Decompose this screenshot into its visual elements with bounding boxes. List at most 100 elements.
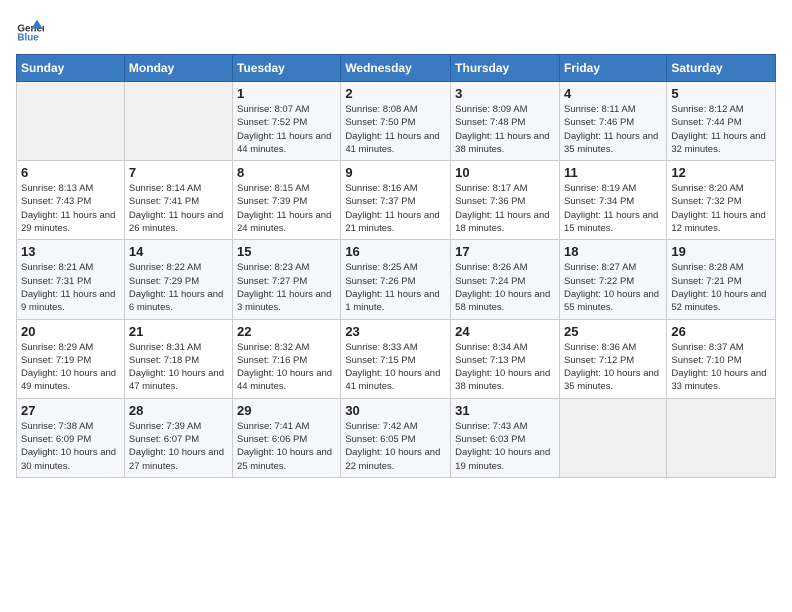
day-info: Sunrise: 8:31 AM Sunset: 7:18 PM Dayligh… — [129, 341, 228, 394]
calendar-cell: 10 Sunrise: 8:17 AM Sunset: 7:36 PM Dayli… — [451, 161, 560, 240]
day-number: 19 — [671, 244, 771, 259]
svg-text:Blue: Blue — [17, 33, 39, 44]
day-number: 18 — [564, 244, 662, 259]
day-number: 4 — [564, 86, 662, 101]
day-number: 22 — [237, 324, 336, 339]
header-day-sunday: Sunday — [17, 55, 125, 82]
day-number: 1 — [237, 86, 336, 101]
day-info: Sunrise: 8:27 AM Sunset: 7:22 PM Dayligh… — [564, 261, 662, 314]
calendar-cell: 26 Sunrise: 8:37 AM Sunset: 7:10 PM Dayli… — [667, 319, 776, 398]
calendar-table: SundayMondayTuesdayWednesdayThursdayFrid… — [16, 54, 776, 478]
day-info: Sunrise: 8:22 AM Sunset: 7:29 PM Dayligh… — [129, 261, 228, 314]
header-day-wednesday: Wednesday — [341, 55, 451, 82]
calendar-cell: 13Sunrise: 8:21 AM Sunset: 7:31 PM Dayli… — [17, 240, 125, 319]
calendar-cell: 29 Sunrise: 7:41 AM Sunset: 6:06 PM Dayli… — [233, 398, 341, 477]
calendar-cell: 3 Sunrise: 8:09 AM Sunset: 7:48 PM Daylig… — [451, 82, 560, 161]
day-number: 23 — [345, 324, 446, 339]
header-day-saturday: Saturday — [667, 55, 776, 82]
day-number: 29 — [237, 403, 336, 418]
calendar-cell: 22 Sunrise: 8:32 AM Sunset: 7:16 PM Dayli… — [233, 319, 341, 398]
calendar-cell: 4 Sunrise: 8:11 AM Sunset: 7:46 PM Daylig… — [559, 82, 666, 161]
day-info: Sunrise: 8:19 AM Sunset: 7:34 PM Dayligh… — [564, 182, 662, 235]
day-info: Sunrise: 8:17 AM Sunset: 7:36 PM Dayligh… — [455, 182, 555, 235]
calendar-cell: 24Sunrise: 8:34 AM Sunset: 7:13 PM Dayli… — [451, 319, 560, 398]
day-info: Sunrise: 8:32 AM Sunset: 7:16 PM Dayligh… — [237, 341, 336, 394]
day-number: 25 — [564, 324, 662, 339]
day-info: Sunrise: 8:37 AM Sunset: 7:10 PM Dayligh… — [671, 341, 771, 394]
day-info: Sunrise: 7:43 AM Sunset: 6:03 PM Dayligh… — [455, 420, 555, 473]
calendar-cell: 11 Sunrise: 8:19 AM Sunset: 7:34 PM Dayli… — [559, 161, 666, 240]
calendar-week-5: 27Sunrise: 7:38 AM Sunset: 6:09 PM Dayli… — [17, 398, 776, 477]
day-info: Sunrise: 8:21 AM Sunset: 7:31 PM Dayligh… — [21, 261, 120, 314]
day-number: 21 — [129, 324, 228, 339]
day-info: Sunrise: 8:26 AM Sunset: 7:24 PM Dayligh… — [455, 261, 555, 314]
day-number: 12 — [671, 165, 771, 180]
day-info: Sunrise: 8:08 AM Sunset: 7:50 PM Dayligh… — [345, 103, 446, 156]
calendar-cell: 21 Sunrise: 8:31 AM Sunset: 7:18 PM Dayli… — [124, 319, 232, 398]
day-number: 31 — [455, 403, 555, 418]
day-info: Sunrise: 8:12 AM Sunset: 7:44 PM Dayligh… — [671, 103, 771, 156]
day-number: 2 — [345, 86, 446, 101]
calendar-cell: 16Sunrise: 8:25 AM Sunset: 7:26 PM Dayli… — [341, 240, 451, 319]
logo-icon: General Blue — [16, 16, 44, 44]
calendar-cell: 28 Sunrise: 7:39 AM Sunset: 6:07 PM Dayli… — [124, 398, 232, 477]
calendar-cell: 19 Sunrise: 8:28 AM Sunset: 7:21 PM Dayli… — [667, 240, 776, 319]
day-number: 8 — [237, 165, 336, 180]
day-number: 11 — [564, 165, 662, 180]
calendar-cell: 2 Sunrise: 8:08 AM Sunset: 7:50 PM Daylig… — [341, 82, 451, 161]
day-info: Sunrise: 8:34 AM Sunset: 7:13 PM Dayligh… — [455, 341, 555, 394]
day-number: 28 — [129, 403, 228, 418]
day-info: Sunrise: 7:39 AM Sunset: 6:07 PM Dayligh… — [129, 420, 228, 473]
header-day-friday: Friday — [559, 55, 666, 82]
header: General Blue — [16, 16, 776, 44]
calendar-cell: 7Sunrise: 8:14 AM Sunset: 7:41 PM Daylig… — [124, 161, 232, 240]
day-info: Sunrise: 8:33 AM Sunset: 7:15 PM Dayligh… — [345, 341, 446, 394]
calendar-cell: 5 Sunrise: 8:12 AM Sunset: 7:44 PM Daylig… — [667, 82, 776, 161]
day-number: 26 — [671, 324, 771, 339]
day-number: 3 — [455, 86, 555, 101]
day-info: Sunrise: 8:15 AM Sunset: 7:39 PM Dayligh… — [237, 182, 336, 235]
calendar-week-4: 20Sunrise: 8:29 AM Sunset: 7:19 PM Dayli… — [17, 319, 776, 398]
day-number: 16 — [345, 244, 446, 259]
day-number: 20 — [21, 324, 120, 339]
calendar-cell: 18 Sunrise: 8:27 AM Sunset: 7:22 PM Dayli… — [559, 240, 666, 319]
day-number: 30 — [345, 403, 446, 418]
day-number: 10 — [455, 165, 555, 180]
calendar-cell — [667, 398, 776, 477]
day-info: Sunrise: 8:09 AM Sunset: 7:48 PM Dayligh… — [455, 103, 555, 156]
calendar-cell: 27Sunrise: 7:38 AM Sunset: 6:09 PM Dayli… — [17, 398, 125, 477]
calendar-cell: 14 Sunrise: 8:22 AM Sunset: 7:29 PM Dayli… — [124, 240, 232, 319]
day-info: Sunrise: 7:38 AM Sunset: 6:09 PM Dayligh… — [21, 420, 120, 473]
calendar-week-2: 6 Sunrise: 8:13 AM Sunset: 7:43 PM Daylig… — [17, 161, 776, 240]
calendar-cell: 9 Sunrise: 8:16 AM Sunset: 7:37 PM Daylig… — [341, 161, 451, 240]
calendar-cell — [124, 82, 232, 161]
calendar-cell: 15Sunrise: 8:23 AM Sunset: 7:27 PM Dayli… — [233, 240, 341, 319]
day-info: Sunrise: 8:36 AM Sunset: 7:12 PM Dayligh… — [564, 341, 662, 394]
day-number: 7 — [129, 165, 228, 180]
day-info: Sunrise: 8:16 AM Sunset: 7:37 PM Dayligh… — [345, 182, 446, 235]
day-number: 17 — [455, 244, 555, 259]
day-number: 14 — [129, 244, 228, 259]
calendar-cell — [559, 398, 666, 477]
day-info: Sunrise: 8:11 AM Sunset: 7:46 PM Dayligh… — [564, 103, 662, 156]
day-info: Sunrise: 8:07 AM Sunset: 7:52 PM Dayligh… — [237, 103, 336, 156]
day-info: Sunrise: 8:23 AM Sunset: 7:27 PM Dayligh… — [237, 261, 336, 314]
header-day-monday: Monday — [124, 55, 232, 82]
header-day-tuesday: Tuesday — [233, 55, 341, 82]
day-number: 6 — [21, 165, 120, 180]
calendar-cell: 23 Sunrise: 8:33 AM Sunset: 7:15 PM Dayli… — [341, 319, 451, 398]
calendar-cell: 1 Sunrise: 8:07 AM Sunset: 7:52 PM Daylig… — [233, 82, 341, 161]
day-number: 5 — [671, 86, 771, 101]
calendar-cell — [17, 82, 125, 161]
day-info: Sunrise: 8:28 AM Sunset: 7:21 PM Dayligh… — [671, 261, 771, 314]
calendar-week-1: 1 Sunrise: 8:07 AM Sunset: 7:52 PM Daylig… — [17, 82, 776, 161]
calendar-cell: 8 Sunrise: 8:15 AM Sunset: 7:39 PM Daylig… — [233, 161, 341, 240]
day-info: Sunrise: 7:41 AM Sunset: 6:06 PM Dayligh… — [237, 420, 336, 473]
header-day-thursday: Thursday — [451, 55, 560, 82]
calendar-week-3: 13Sunrise: 8:21 AM Sunset: 7:31 PM Dayli… — [17, 240, 776, 319]
day-info: Sunrise: 8:13 AM Sunset: 7:43 PM Dayligh… — [21, 182, 120, 235]
day-number: 9 — [345, 165, 446, 180]
calendar-cell: 25 Sunrise: 8:36 AM Sunset: 7:12 PM Dayli… — [559, 319, 666, 398]
calendar-cell: 31 Sunrise: 7:43 AM Sunset: 6:03 PM Dayli… — [451, 398, 560, 477]
day-info: Sunrise: 7:42 AM Sunset: 6:05 PM Dayligh… — [345, 420, 446, 473]
